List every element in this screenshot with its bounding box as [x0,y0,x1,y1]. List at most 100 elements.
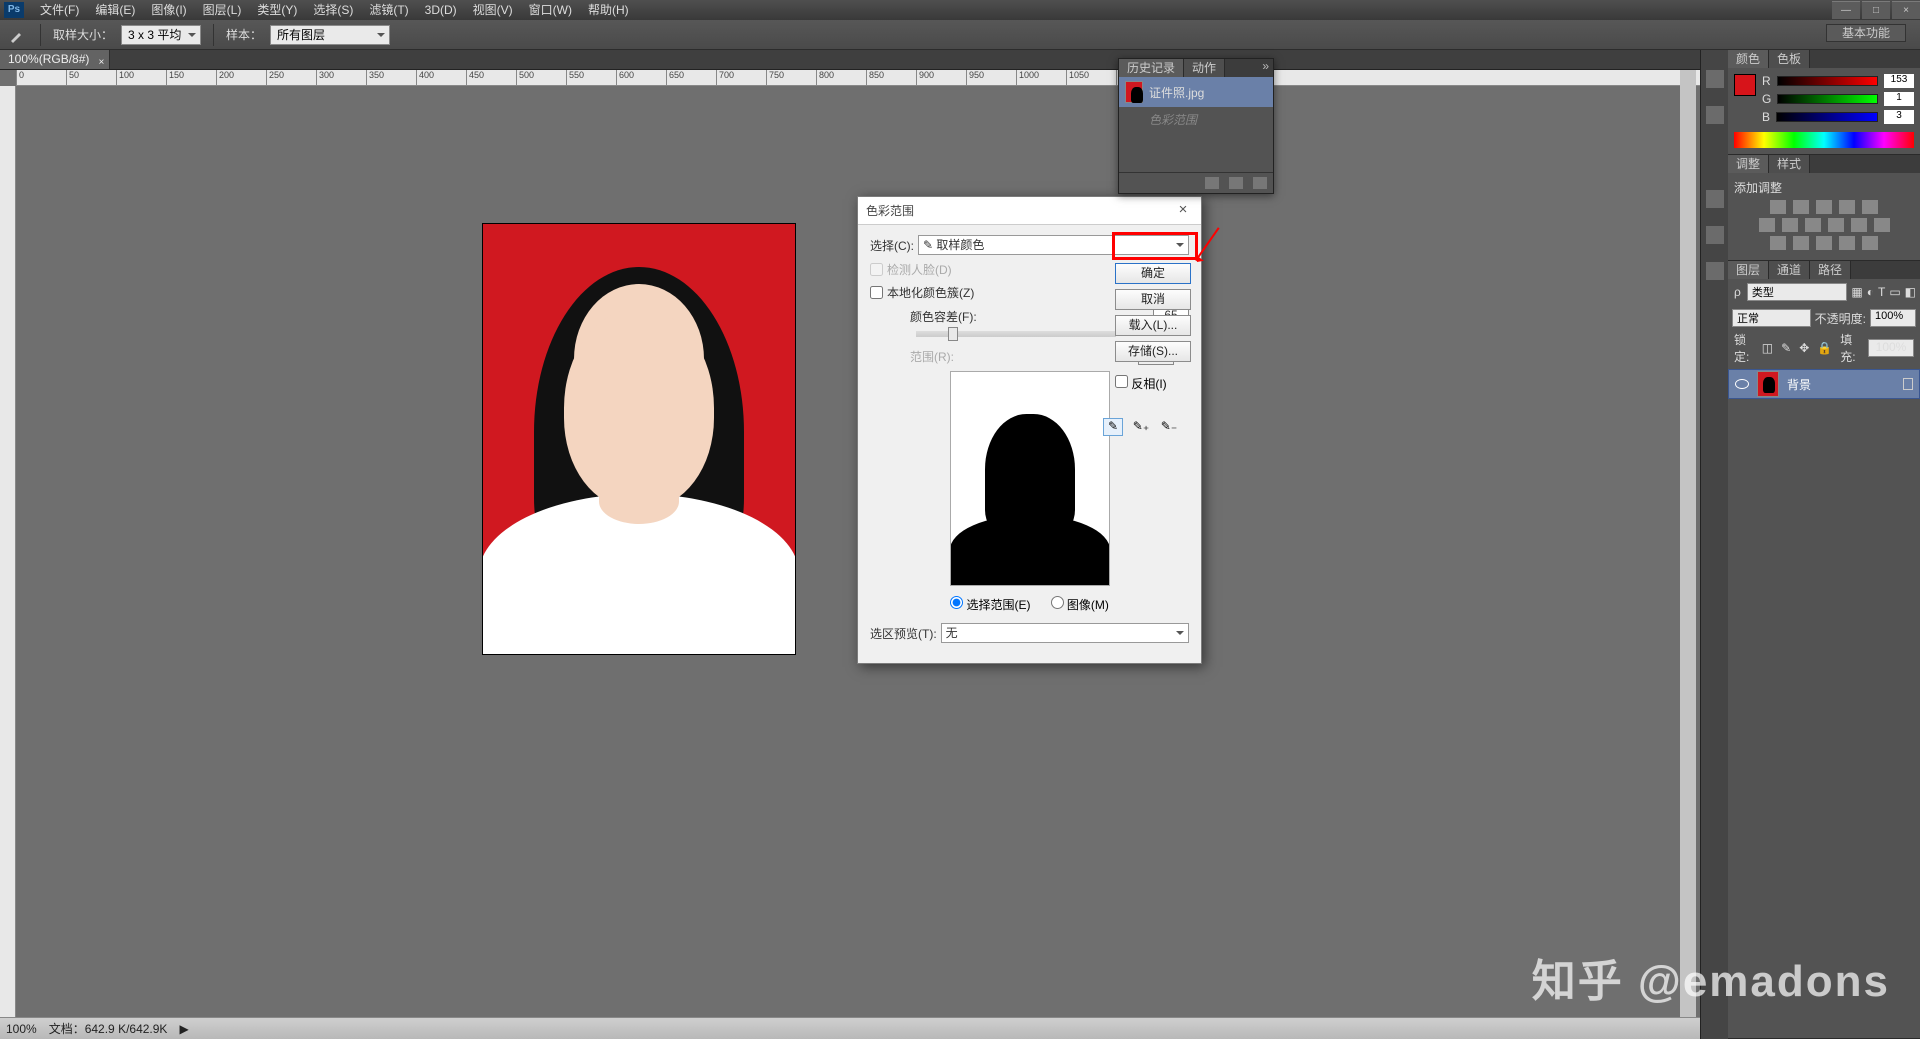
adj-gradmap-icon[interactable] [1839,236,1855,250]
adj-selcolor-icon[interactable] [1862,236,1878,250]
radio-image[interactable]: 图像(M) [1051,596,1109,613]
doc-info: 文档：642.9 K/642.9K [49,1020,168,1037]
zoom-level[interactable]: 100% [6,1022,37,1036]
adj-vibrance-icon[interactable] [1862,200,1878,214]
filter-smart-icon[interactable]: ◧ [1905,285,1916,299]
sample-source-select[interactable]: 所有图层 [270,25,390,45]
dialog-close-icon[interactable]: × [1173,201,1193,221]
r-value[interactable]: 153 [1884,74,1914,88]
fill-input[interactable]: 100% [1868,339,1914,357]
menu-item[interactable]: 视图(V) [465,0,521,20]
filter-adj-icon[interactable]: ◐ [1867,285,1874,299]
blend-mode-select[interactable]: 正常 [1732,309,1811,327]
menu-item[interactable]: 滤镜(T) [361,0,416,20]
menu-item[interactable]: 3D(D) [417,0,465,20]
menu-item[interactable]: 帮助(H) [580,0,637,20]
adj-invert-icon[interactable] [1770,236,1786,250]
eyedropper-add-icon[interactable]: ✎₊ [1131,418,1151,436]
minimize-button[interactable]: — [1832,1,1860,19]
workspace-select[interactable]: 基本功能 [1826,24,1906,42]
select-dropdown[interactable]: ✎ 取样颜色 [918,235,1189,255]
load-button[interactable]: 载入(L)... [1115,315,1191,336]
layer-thumbnail [1757,371,1779,397]
tab-styles[interactable]: 样式 [1769,155,1810,173]
menu-item[interactable]: 图像(I) [143,0,194,20]
fuzziness-slider[interactable] [916,331,1116,337]
adj-poster-icon[interactable] [1793,236,1809,250]
tab-paths[interactable]: 路径 [1810,261,1851,279]
adj-photo-icon[interactable] [1828,218,1844,232]
lock-pos-icon[interactable]: ✥ [1799,341,1809,355]
document-tab[interactable]: 100%(RGB/8#) × [0,50,110,69]
filter-shape-icon[interactable]: ▭ [1889,285,1900,299]
layer-name: 背景 [1787,376,1811,393]
new-snapshot-icon[interactable] [1229,177,1243,189]
history-step[interactable]: 色彩范围 [1119,107,1273,132]
vertical-scrollbar[interactable] [1680,70,1696,1017]
invert-checkbox[interactable]: 反相(I) [1115,375,1191,392]
tab-swatches[interactable]: 色板 [1769,50,1810,68]
menu-item[interactable]: 图层(L) [195,0,250,20]
opacity-input[interactable]: 100% [1870,309,1916,327]
adj-curves-icon[interactable] [1816,200,1832,214]
b-value[interactable]: 3 [1884,110,1914,124]
history-snapshot[interactable]: 证件照.jpg [1119,77,1273,107]
dock-icon[interactable] [1706,106,1724,124]
adj-levels-icon[interactable] [1793,200,1809,214]
dock-icon[interactable] [1706,262,1724,280]
menu-item[interactable]: 窗口(W) [521,0,580,20]
lock-pixel-icon[interactable]: ✎ [1781,341,1791,355]
close-button[interactable]: × [1892,1,1920,19]
tab-color[interactable]: 颜色 [1728,50,1769,68]
tab-history[interactable]: 历史记录 [1119,59,1184,77]
b-slider[interactable] [1776,112,1878,122]
adj-mixer-icon[interactable] [1851,218,1867,232]
r-slider[interactable] [1777,76,1878,86]
menu-item[interactable]: 类型(Y) [249,0,305,20]
tab-channels[interactable]: 通道 [1769,261,1810,279]
eyedropper-sub-icon[interactable]: ✎₋ [1159,418,1179,436]
layer-filter-select[interactable]: 类型 [1747,283,1848,301]
tab-layers[interactable]: 图层 [1728,261,1769,279]
selection-preview-select[interactable]: 无 [941,623,1189,643]
sample-size-select[interactable]: 3 x 3 平均 [121,25,201,45]
adjustments-panel: 调整 样式 添加调整 [1728,155,1920,261]
cancel-button[interactable]: 取消 [1115,289,1191,310]
maximize-button[interactable]: □ [1862,1,1890,19]
visibility-icon[interactable] [1735,379,1749,389]
foreground-chip[interactable] [1734,74,1756,96]
ok-button[interactable]: 确定 [1115,263,1191,284]
layer-item[interactable]: 背景 [1728,369,1920,399]
lock-trans-icon[interactable]: ◫ [1762,341,1773,355]
menu-bar: 文件(F)编辑(E)图像(I)图层(L)类型(Y)选择(S)滤镜(T)3D(D)… [24,0,637,20]
canvas-image[interactable] [483,224,795,654]
adj-hue-icon[interactable] [1759,218,1775,232]
localized-checkbox[interactable] [870,286,883,299]
dock-icon[interactable] [1706,226,1724,244]
g-value[interactable]: 1 [1884,92,1914,106]
menu-item[interactable]: 选择(S) [305,0,361,20]
spectrum-bar[interactable] [1734,132,1914,148]
filter-pixel-icon[interactable]: ▦ [1851,285,1862,299]
g-slider[interactable] [1777,94,1878,104]
adj-lookup-icon[interactable] [1874,218,1890,232]
trash-icon[interactable] [1253,177,1267,189]
dock-icon[interactable] [1706,190,1724,208]
eyedropper-sample-icon[interactable]: ✎ [1103,418,1123,436]
tab-actions[interactable]: 动作 [1184,59,1225,77]
menu-item[interactable]: 编辑(E) [87,0,143,20]
dock-icon[interactable] [1706,70,1724,88]
camera-icon[interactable] [1205,177,1219,189]
adj-brightness-icon[interactable] [1770,200,1786,214]
save-button[interactable]: 存储(S)... [1115,341,1191,362]
adj-bw-icon[interactable] [1805,218,1821,232]
tab-adjustments[interactable]: 调整 [1728,155,1769,173]
adj-balance-icon[interactable] [1782,218,1798,232]
horizontal-ruler: 0501001502002503003504004505005506006507… [16,70,1700,86]
lock-all-icon[interactable]: 🔒 [1817,341,1832,355]
menu-item[interactable]: 文件(F) [32,0,87,20]
adj-thresh-icon[interactable] [1816,236,1832,250]
adj-exposure-icon[interactable] [1839,200,1855,214]
radio-selection[interactable]: 选择范围(E) [950,596,1030,613]
filter-type-icon[interactable]: T [1878,285,1885,299]
